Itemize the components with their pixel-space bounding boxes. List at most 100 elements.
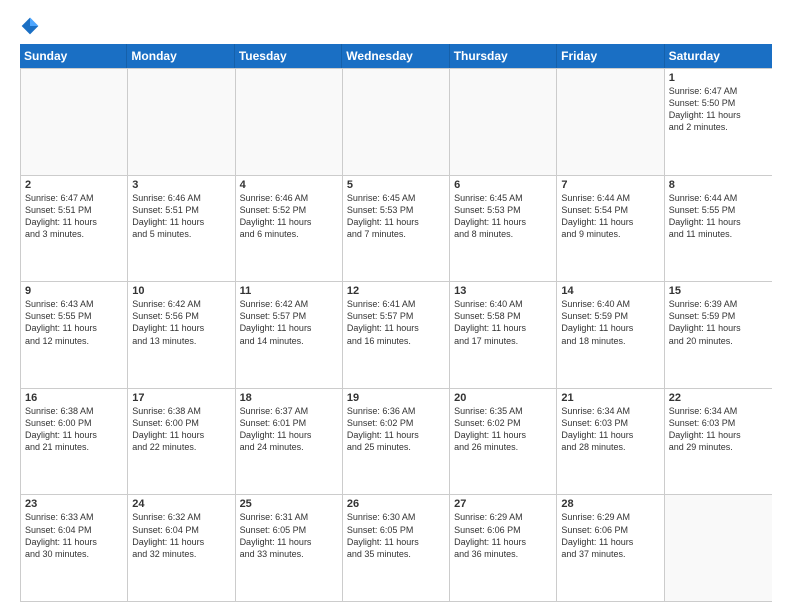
day-info: Sunrise: 6:41 AM Sunset: 5:57 PM Dayligh…: [347, 299, 419, 345]
day-info: Sunrise: 6:47 AM Sunset: 5:51 PM Dayligh…: [25, 193, 97, 239]
day-number: 16: [25, 392, 123, 404]
day-number: 10: [132, 285, 230, 297]
logo-icon: [20, 16, 40, 36]
day-cell-13: 13 Sunrise: 6:40 AM Sunset: 5:58 PM Dayli…: [450, 282, 557, 388]
day-cell-26: 26Sunrise: 6:30 AM Sunset: 6:05 PM Dayli…: [343, 495, 450, 601]
day-info: Sunrise: 6:40 AM Sunset: 5:59 PM Dayligh…: [561, 299, 633, 345]
day-cell-8: 8 Sunrise: 6:44 AM Sunset: 5:55 PM Daylig…: [665, 176, 772, 282]
day-cell-5: 5 Sunrise: 6:45 AM Sunset: 5:53 PM Daylig…: [343, 176, 450, 282]
day-cell-12: 12 Sunrise: 6:41 AM Sunset: 5:57 PM Dayli…: [343, 282, 450, 388]
day-cell-empty-0-2: [236, 69, 343, 175]
weekday-header-saturday: Saturday: [665, 44, 772, 68]
day-info: Sunrise: 6:40 AM Sunset: 5:58 PM Dayligh…: [454, 299, 526, 345]
day-info: Sunrise: 6:46 AM Sunset: 5:52 PM Dayligh…: [240, 193, 312, 239]
day-number: 11: [240, 285, 338, 297]
day-cell-27: 27 Sunrise: 6:29 AM Sunset: 6:06 PM Dayli…: [450, 495, 557, 601]
day-number: 21: [561, 392, 659, 404]
day-info: Sunrise: 6:42 AM Sunset: 5:57 PM Dayligh…: [240, 299, 312, 345]
day-info: Sunrise: 6:31 AM Sunset: 6:05 PM Dayligh…: [240, 512, 312, 558]
day-number: 26: [347, 498, 445, 510]
day-info: Sunrise: 6:39 AM Sunset: 5:59 PM Dayligh…: [669, 299, 741, 345]
day-number: 1: [669, 72, 768, 84]
day-cell-22: 22 Sunrise: 6:34 AM Sunset: 6:03 PM Dayli…: [665, 389, 772, 495]
day-cell-empty-0-5: [557, 69, 664, 175]
day-cell-14: 14 Sunrise: 6:40 AM Sunset: 5:59 PM Dayli…: [557, 282, 664, 388]
calendar-row-4: 16 Sunrise: 6:38 AM Sunset: 6:00 PM Dayli…: [21, 388, 772, 495]
day-cell-3: 3 Sunrise: 6:46 AM Sunset: 5:51 PM Daylig…: [128, 176, 235, 282]
day-number: 14: [561, 285, 659, 297]
day-info: Sunrise: 6:46 AM Sunset: 5:51 PM Dayligh…: [132, 193, 204, 239]
calendar-row-2: 2 Sunrise: 6:47 AM Sunset: 5:51 PM Daylig…: [21, 175, 772, 282]
day-info: Sunrise: 6:44 AM Sunset: 5:54 PM Dayligh…: [561, 193, 633, 239]
day-number: 8: [669, 179, 768, 191]
day-info: Sunrise: 6:38 AM Sunset: 6:00 PM Dayligh…: [25, 406, 97, 452]
day-number: 22: [669, 392, 768, 404]
day-cell-18: 18 Sunrise: 6:37 AM Sunset: 6:01 PM Dayli…: [236, 389, 343, 495]
day-info: Sunrise: 6:29 AM Sunset: 6:06 PM Dayligh…: [561, 512, 633, 558]
day-info: Sunrise: 6:44 AM Sunset: 5:55 PM Dayligh…: [669, 193, 741, 239]
day-cell-17: 17Sunrise: 6:38 AM Sunset: 6:00 PM Dayli…: [128, 389, 235, 495]
day-cell-23: 23Sunrise: 6:33 AM Sunset: 6:04 PM Dayli…: [21, 495, 128, 601]
logo: [20, 16, 48, 36]
day-number: 27: [454, 498, 552, 510]
day-number: 19: [347, 392, 445, 404]
day-number: 28: [561, 498, 659, 510]
day-number: 24: [132, 498, 230, 510]
day-cell-9: 9 Sunrise: 6:43 AM Sunset: 5:55 PM Daylig…: [21, 282, 128, 388]
day-number: 13: [454, 285, 552, 297]
day-info: Sunrise: 6:29 AM Sunset: 6:06 PM Dayligh…: [454, 512, 526, 558]
day-number: 12: [347, 285, 445, 297]
day-info: Sunrise: 6:36 AM Sunset: 6:02 PM Dayligh…: [347, 406, 419, 452]
day-cell-empty-4-6: [665, 495, 772, 601]
day-number: 20: [454, 392, 552, 404]
day-number: 3: [132, 179, 230, 191]
day-number: 5: [347, 179, 445, 191]
day-cell-2: 2 Sunrise: 6:47 AM Sunset: 5:51 PM Daylig…: [21, 176, 128, 282]
day-info: Sunrise: 6:37 AM Sunset: 6:01 PM Dayligh…: [240, 406, 312, 452]
day-cell-25: 25Sunrise: 6:31 AM Sunset: 6:05 PM Dayli…: [236, 495, 343, 601]
day-info: Sunrise: 6:34 AM Sunset: 6:03 PM Dayligh…: [669, 406, 741, 452]
calendar-row-1: 1Sunrise: 6:47 AM Sunset: 5:50 PM Daylig…: [21, 68, 772, 175]
day-info: Sunrise: 6:45 AM Sunset: 5:53 PM Dayligh…: [454, 193, 526, 239]
weekday-header-sunday: Sunday: [20, 44, 127, 68]
day-cell-19: 19 Sunrise: 6:36 AM Sunset: 6:02 PM Dayli…: [343, 389, 450, 495]
calendar-row-5: 23Sunrise: 6:33 AM Sunset: 6:04 PM Dayli…: [21, 494, 772, 601]
day-info: Sunrise: 6:43 AM Sunset: 5:55 PM Dayligh…: [25, 299, 97, 345]
day-number: 7: [561, 179, 659, 191]
day-cell-6: 6 Sunrise: 6:45 AM Sunset: 5:53 PM Daylig…: [450, 176, 557, 282]
weekday-header-thursday: Thursday: [450, 44, 557, 68]
day-number: 4: [240, 179, 338, 191]
day-cell-20: 20Sunrise: 6:35 AM Sunset: 6:02 PM Dayli…: [450, 389, 557, 495]
weekday-header-wednesday: Wednesday: [342, 44, 449, 68]
weekday-header-friday: Friday: [557, 44, 664, 68]
day-cell-21: 21 Sunrise: 6:34 AM Sunset: 6:03 PM Dayli…: [557, 389, 664, 495]
day-cell-1: 1Sunrise: 6:47 AM Sunset: 5:50 PM Daylig…: [665, 69, 772, 175]
calendar-body: 1Sunrise: 6:47 AM Sunset: 5:50 PM Daylig…: [20, 68, 772, 602]
day-number: 6: [454, 179, 552, 191]
day-number: 2: [25, 179, 123, 191]
day-info: Sunrise: 6:42 AM Sunset: 5:56 PM Dayligh…: [132, 299, 204, 345]
day-cell-11: 11 Sunrise: 6:42 AM Sunset: 5:57 PM Dayli…: [236, 282, 343, 388]
calendar: SundayMondayTuesdayWednesdayThursdayFrid…: [20, 44, 772, 602]
day-info: Sunrise: 6:45 AM Sunset: 5:53 PM Dayligh…: [347, 193, 419, 239]
day-cell-4: 4 Sunrise: 6:46 AM Sunset: 5:52 PM Daylig…: [236, 176, 343, 282]
day-cell-15: 15Sunrise: 6:39 AM Sunset: 5:59 PM Dayli…: [665, 282, 772, 388]
day-cell-7: 7 Sunrise: 6:44 AM Sunset: 5:54 PM Daylig…: [557, 176, 664, 282]
day-cell-28: 28 Sunrise: 6:29 AM Sunset: 6:06 PM Dayli…: [557, 495, 664, 601]
day-cell-16: 16 Sunrise: 6:38 AM Sunset: 6:00 PM Dayli…: [21, 389, 128, 495]
day-number: 9: [25, 285, 123, 297]
day-cell-24: 24 Sunrise: 6:32 AM Sunset: 6:04 PM Dayli…: [128, 495, 235, 601]
weekday-header-monday: Monday: [127, 44, 234, 68]
day-cell-empty-0-3: [343, 69, 450, 175]
weekday-header-tuesday: Tuesday: [235, 44, 342, 68]
day-cell-empty-0-4: [450, 69, 557, 175]
day-cell-empty-0-1: [128, 69, 235, 175]
day-info: Sunrise: 6:32 AM Sunset: 6:04 PM Dayligh…: [132, 512, 204, 558]
header: [20, 16, 772, 36]
day-cell-10: 10 Sunrise: 6:42 AM Sunset: 5:56 PM Dayli…: [128, 282, 235, 388]
day-info: Sunrise: 6:34 AM Sunset: 6:03 PM Dayligh…: [561, 406, 633, 452]
day-number: 18: [240, 392, 338, 404]
page: SundayMondayTuesdayWednesdayThursdayFrid…: [0, 0, 792, 612]
logo-row: [20, 16, 48, 36]
day-info: Sunrise: 6:38 AM Sunset: 6:00 PM Dayligh…: [132, 406, 204, 452]
